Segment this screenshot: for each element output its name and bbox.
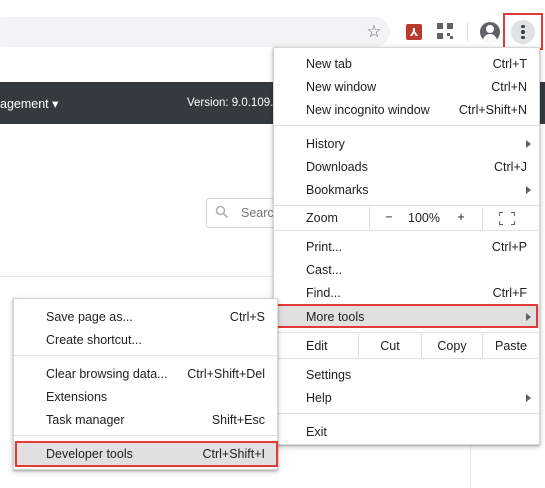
menu-item-clear-browsing-data[interactable]: Clear browsing data... Ctrl+Shift+Del [14, 362, 277, 385]
menu-item-extensions[interactable]: Extensions [14, 385, 277, 408]
menu-shortcut: Ctrl+F [492, 285, 527, 300]
chrome-main-menu: New tab Ctrl+T New window Ctrl+N New inc… [273, 47, 540, 445]
zoom-label: Zoom [306, 211, 338, 225]
menu-item-developer-tools[interactable]: Developer tools Ctrl+Shift+I [14, 442, 277, 465]
menu-label: Task manager [46, 412, 125, 427]
edit-label: Edit [306, 339, 328, 353]
menu-shortcut: Ctrl+Shift+Del [187, 366, 265, 381]
menu-item-exit[interactable]: Exit [274, 420, 539, 443]
menu-shortcut: Ctrl+S [229, 309, 265, 324]
menu-separator [14, 355, 277, 356]
copy-button[interactable]: Copy [422, 334, 482, 358]
zoom-in-button[interactable]: + [452, 210, 470, 224]
pdf-extension-icon[interactable]: ⅄ [406, 24, 422, 40]
profile-avatar-icon[interactable] [480, 22, 500, 42]
menu-separator [274, 205, 539, 206]
address-bar[interactable] [0, 17, 390, 47]
menu-shortcut: Ctrl+Shift+I [202, 446, 265, 461]
menu-shortcut: Ctrl+J [494, 159, 527, 174]
menu-separator [274, 332, 539, 333]
menu-label: More tools [306, 309, 365, 324]
submenu-arrow-icon [526, 312, 531, 321]
cut-button[interactable]: Cut [359, 334, 421, 358]
menu-item-save-page[interactable]: Save page as... Ctrl+S [14, 305, 277, 328]
menu-item-new-incognito-window[interactable]: New incognito window Ctrl+Shift+N [274, 98, 539, 121]
menu-separator [274, 413, 539, 414]
menu-item-history[interactable]: History [274, 132, 539, 155]
menu-label: Find... [306, 285, 341, 300]
menu-label: Exit [306, 424, 327, 439]
zoom-divider [369, 207, 370, 230]
menu-zoom-row: Zoom − 100% + [274, 207, 539, 230]
menu-label: History [306, 136, 345, 151]
menu-shortcut: Ctrl+P [491, 239, 527, 254]
menu-label: Help [306, 390, 332, 405]
more-tools-submenu: Save page as... Ctrl+S Create shortcut..… [13, 298, 278, 470]
menu-item-print[interactable]: Print... Ctrl+P [274, 235, 539, 258]
menu-shortcut: Ctrl+T [492, 56, 527, 71]
menu-separator [14, 435, 277, 436]
menu-label: New tab [306, 56, 352, 71]
menu-item-help[interactable]: Help [274, 386, 539, 409]
menu-item-create-shortcut[interactable]: Create shortcut... [14, 328, 277, 351]
toolbar-divider [467, 23, 468, 41]
menu-label: Print... [306, 239, 343, 254]
menu-label: Bookmarks [306, 182, 369, 197]
menu-edit-row: Edit Cut Copy Paste [274, 334, 539, 358]
menu-shortcut: Shift+Esc [211, 412, 265, 427]
menu-label: Developer tools [46, 446, 133, 461]
menu-shortcut: Ctrl+N [491, 79, 527, 94]
content-divider [0, 276, 280, 277]
menu-item-new-tab[interactable]: New tab Ctrl+T [274, 52, 539, 75]
menu-separator [274, 230, 539, 231]
version-label: Version: 9.0.109.0 [187, 97, 280, 109]
menu-button-highlight [503, 13, 543, 50]
menu-label: Settings [306, 367, 352, 382]
nav-management-dropdown[interactable]: agement ▾ [0, 96, 58, 111]
submenu-arrow-icon [526, 393, 531, 402]
menu-label: Cast... [306, 262, 343, 277]
menu-label: Create shortcut... [46, 332, 142, 347]
zoom-divider [482, 207, 483, 230]
menu-item-downloads[interactable]: Downloads Ctrl+J [274, 155, 539, 178]
menu-item-bookmarks[interactable]: Bookmarks [274, 178, 539, 201]
menu-item-find[interactable]: Find... Ctrl+F [274, 281, 539, 304]
menu-label: Clear browsing data... [46, 366, 168, 381]
zoom-out-button[interactable]: − [380, 210, 398, 224]
qr-code-icon[interactable] [437, 23, 453, 39]
menu-separator [274, 125, 539, 126]
fullscreen-icon[interactable] [499, 212, 515, 225]
menu-label: Save page as... [46, 309, 133, 324]
submenu-arrow-icon [526, 185, 531, 194]
paste-button[interactable]: Paste [483, 334, 539, 358]
menu-item-new-window[interactable]: New window Ctrl+N [274, 75, 539, 98]
menu-item-settings[interactable]: Settings [274, 363, 539, 386]
menu-label: New window [306, 79, 377, 94]
menu-shortcut: Ctrl+Shift+N [458, 102, 527, 117]
menu-label: New incognito window [306, 102, 430, 117]
menu-label: Extensions [46, 389, 108, 404]
menu-label: Downloads [306, 159, 368, 174]
search-icon [215, 205, 229, 219]
submenu-arrow-icon [526, 139, 531, 148]
menu-separator [274, 358, 539, 359]
bookmark-star-icon[interactable]: ☆ [364, 22, 384, 42]
zoom-level: 100% [408, 211, 440, 225]
menu-item-cast[interactable]: Cast... [274, 258, 539, 281]
menu-item-more-tools[interactable]: More tools [274, 305, 539, 328]
menu-item-task-manager[interactable]: Task manager Shift+Esc [14, 408, 277, 431]
